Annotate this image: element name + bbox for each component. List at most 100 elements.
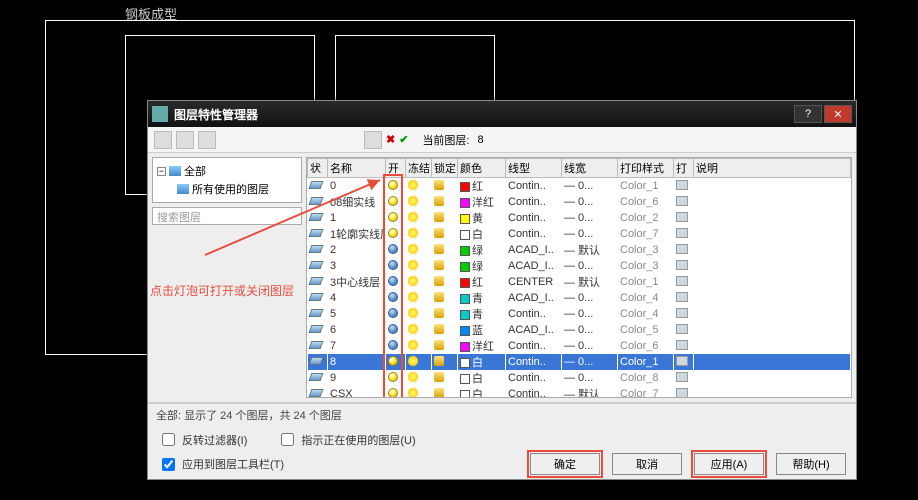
col-on[interactable]: 开 [386, 159, 406, 178]
search-input[interactable]: 搜索图层 [152, 207, 302, 225]
layer-linetype[interactable]: Contin.. [506, 178, 562, 195]
sun-icon[interactable] [408, 324, 418, 334]
sun-icon[interactable] [408, 292, 418, 302]
layer-lineweight[interactable]: — 0... [562, 290, 618, 306]
layer-color[interactable]: 白 [458, 370, 506, 386]
layer-row[interactable]: CSX白Contin..— 默认Color_7 [308, 386, 851, 398]
layer-lineweight[interactable]: — 0... [562, 226, 618, 242]
bulb-icon[interactable] [388, 292, 398, 302]
layer-plotstyle[interactable]: Color_1 [618, 178, 674, 195]
apply-button[interactable]: 应用(A) [694, 453, 764, 475]
bulb-icon[interactable] [388, 340, 398, 350]
in-use-checkbox[interactable] [281, 433, 294, 446]
sun-icon[interactable] [408, 196, 418, 206]
layer-plotstyle[interactable]: Color_8 [618, 370, 674, 386]
lock-icon[interactable] [434, 340, 444, 350]
states-button[interactable] [198, 131, 216, 149]
printer-icon[interactable] [676, 292, 688, 302]
col-lineweight[interactable]: 线宽 [562, 159, 618, 178]
lock-icon[interactable] [434, 308, 444, 318]
set-current-button[interactable]: ✔ [399, 133, 408, 146]
layer-color[interactable]: 红 [458, 178, 506, 195]
layer-row[interactable]: 0红Contin..— 0...Color_1 [308, 178, 851, 195]
layer-row[interactable]: 4青ACAD_I..— 0...Color_4 [308, 290, 851, 306]
printer-icon[interactable] [676, 212, 688, 222]
layer-plotstyle[interactable]: Color_7 [618, 226, 674, 242]
layer-lineweight[interactable]: — 0... [562, 306, 618, 322]
printer-icon[interactable] [676, 340, 688, 350]
layer-lineweight[interactable]: — 0... [562, 194, 618, 210]
col-desc[interactable]: 说明 [694, 159, 851, 178]
layer-row[interactable]: 9白Contin..— 0...Color_8 [308, 370, 851, 386]
layer-plotstyle[interactable]: Color_5 [618, 322, 674, 338]
sun-icon[interactable] [408, 244, 418, 254]
layer-linetype[interactable]: ACAD_I.. [506, 290, 562, 306]
printer-icon[interactable] [676, 308, 688, 318]
lock-icon[interactable] [434, 196, 444, 206]
lock-icon[interactable] [434, 292, 444, 302]
printer-icon[interactable] [676, 388, 688, 398]
layer-row[interactable]: 5青Contin..— 0...Color_4 [308, 306, 851, 322]
layer-grid[interactable]: 状 名称 开 冻结 锁定 颜色 线型 线宽 打印样式 打 说明 0红Contin… [306, 157, 852, 398]
printer-icon[interactable] [676, 228, 688, 238]
tree-root[interactable]: − 全部 [157, 162, 297, 180]
layer-lineweight[interactable]: — 0... [562, 258, 618, 274]
bulb-icon[interactable] [388, 180, 398, 190]
col-freeze[interactable]: 冻结 [406, 159, 432, 178]
layer-lineweight[interactable]: — 0... [562, 210, 618, 226]
bulb-icon[interactable] [388, 308, 398, 318]
layer-linetype[interactable]: ACAD_I.. [506, 322, 562, 338]
bulb-icon[interactable] [388, 228, 398, 238]
bulb-icon[interactable] [388, 324, 398, 334]
layer-color[interactable]: 绿 [458, 242, 506, 258]
layer-color[interactable]: 黄 [458, 210, 506, 226]
layer-lineweight[interactable]: — 默认 [562, 274, 618, 290]
layer-color[interactable]: 白 [458, 354, 506, 370]
layer-color[interactable]: 洋红 [458, 338, 506, 354]
layer-plotstyle[interactable]: Color_4 [618, 306, 674, 322]
bulb-icon[interactable] [388, 196, 398, 206]
filter-tree[interactable]: − 全部 所有使用的图层 [152, 157, 302, 203]
printer-icon[interactable] [676, 372, 688, 382]
delete-layer-button[interactable]: ✖ [386, 133, 395, 146]
layer-plotstyle[interactable]: Color_1 [618, 274, 674, 290]
new-filter-button[interactable] [154, 131, 172, 149]
bulb-icon[interactable] [388, 356, 398, 366]
lock-icon[interactable] [434, 324, 444, 334]
printer-icon[interactable] [676, 356, 688, 366]
lock-icon[interactable] [434, 372, 444, 382]
layer-color[interactable]: 蓝 [458, 322, 506, 338]
layer-plotstyle[interactable]: Color_6 [618, 338, 674, 354]
sun-icon[interactable] [408, 356, 418, 366]
layer-linetype[interactable]: Contin.. [506, 370, 562, 386]
layer-color[interactable]: 白 [458, 386, 506, 398]
layer-plotstyle[interactable]: Color_7 [618, 386, 674, 398]
col-lock[interactable]: 锁定 [432, 159, 458, 178]
grid-header[interactable]: 状 名称 开 冻结 锁定 颜色 线型 线宽 打印样式 打 说明 [308, 159, 851, 178]
ok-button[interactable]: 确定 [530, 453, 600, 475]
sun-icon[interactable] [408, 372, 418, 382]
sun-icon[interactable] [408, 212, 418, 222]
bulb-icon[interactable] [388, 276, 398, 286]
layer-color[interactable]: 绿 [458, 258, 506, 274]
new-layer-button[interactable] [364, 131, 382, 149]
col-linetype[interactable]: 线型 [506, 159, 562, 178]
layer-row[interactable]: 3绿ACAD_I..— 0...Color_3 [308, 258, 851, 274]
bulb-icon[interactable] [388, 260, 398, 270]
layer-plotstyle[interactable]: Color_6 [618, 194, 674, 210]
apply-toolbar-check[interactable]: 应用到图层工具栏(T) [158, 453, 284, 475]
layer-color[interactable]: 青 [458, 306, 506, 322]
bulb-icon[interactable] [388, 244, 398, 254]
sun-icon[interactable] [408, 228, 418, 238]
invert-filter-check[interactable]: 反转过滤器(I) [158, 430, 247, 449]
printer-icon[interactable] [676, 180, 688, 190]
layer-row[interactable]: 1轮廓实线层白Contin..— 0...Color_7 [308, 226, 851, 242]
col-plot[interactable]: 打 [674, 159, 694, 178]
layer-plotstyle[interactable]: Color_1 [618, 354, 674, 370]
layer-color[interactable]: 红 [458, 274, 506, 290]
layer-linetype[interactable]: Contin.. [506, 210, 562, 226]
layer-linetype[interactable]: Contin.. [506, 354, 562, 370]
in-use-check[interactable]: 指示正在使用的图层(U) [277, 430, 415, 449]
tree-child[interactable]: 所有使用的图层 [177, 180, 297, 198]
layer-linetype[interactable]: Contin.. [506, 194, 562, 210]
